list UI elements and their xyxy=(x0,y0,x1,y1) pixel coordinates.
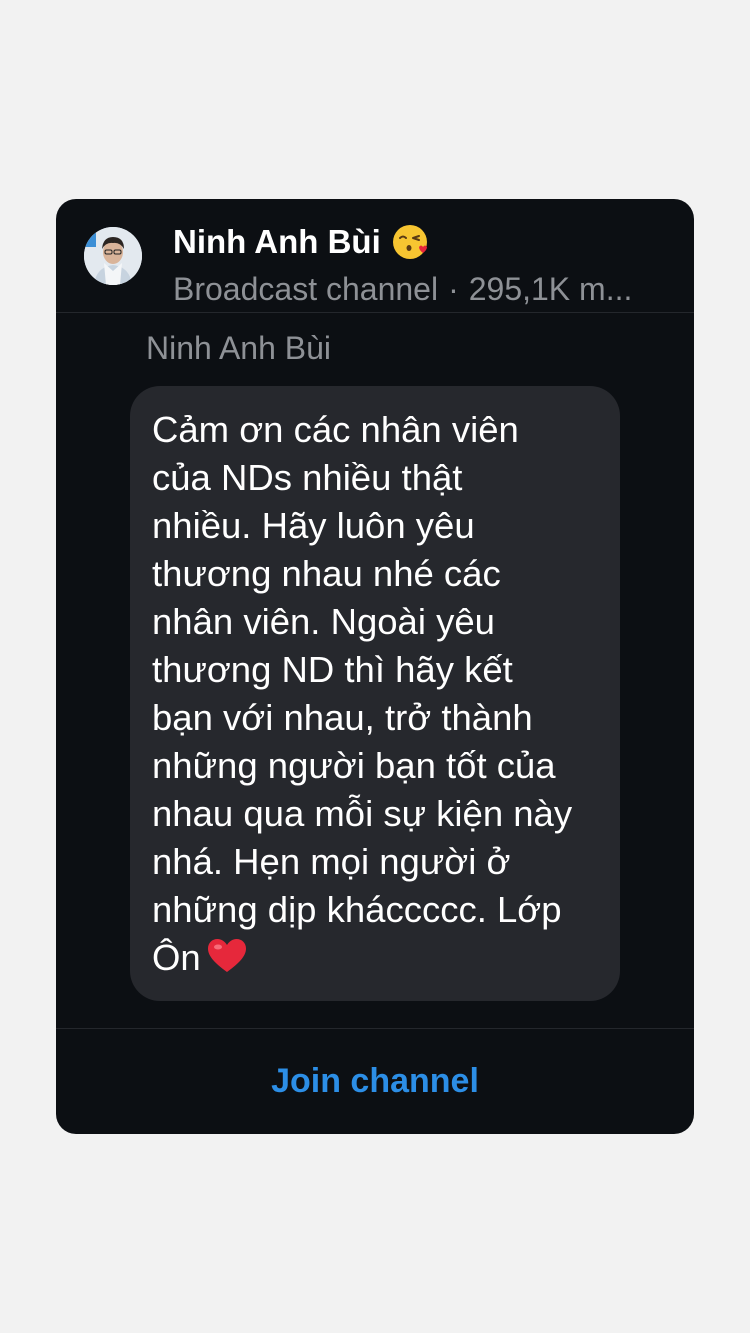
channel-preview-card: Ninh Anh Bùi Broadcast channel · 295,1K m.… xyxy=(56,199,694,1134)
join-channel-button[interactable]: Join channel xyxy=(56,1029,694,1134)
message-bubble[interactable]: Cảm ơn các nhân viên của NDs nhiều thật … xyxy=(130,386,620,1001)
channel-subtitle: Broadcast channel · 295,1K m... xyxy=(173,271,691,308)
channel-title: Ninh Anh Bùi xyxy=(173,223,429,261)
red-heart-icon xyxy=(207,938,247,974)
channel-name-text: Ninh Anh Bùi xyxy=(173,223,381,260)
channel-header[interactable]: Ninh Anh Bùi Broadcast channel · 295,1K m.… xyxy=(56,199,694,313)
message-text-container: Cảm ơn các nhân viên của NDs nhiều thật … xyxy=(152,406,600,982)
face-blowing-kiss-icon xyxy=(391,223,429,261)
message-sender-name: Ninh Anh Bùi xyxy=(146,330,332,366)
separator-dot: · xyxy=(448,271,459,307)
message-text: Cảm ơn các nhân viên của NDs nhiều thật … xyxy=(152,409,573,978)
channel-avatar[interactable] xyxy=(84,227,142,285)
member-count: 295,1K m... xyxy=(468,271,633,307)
channel-type-label: Broadcast channel xyxy=(173,271,439,307)
avatar-photo-icon xyxy=(84,227,142,285)
